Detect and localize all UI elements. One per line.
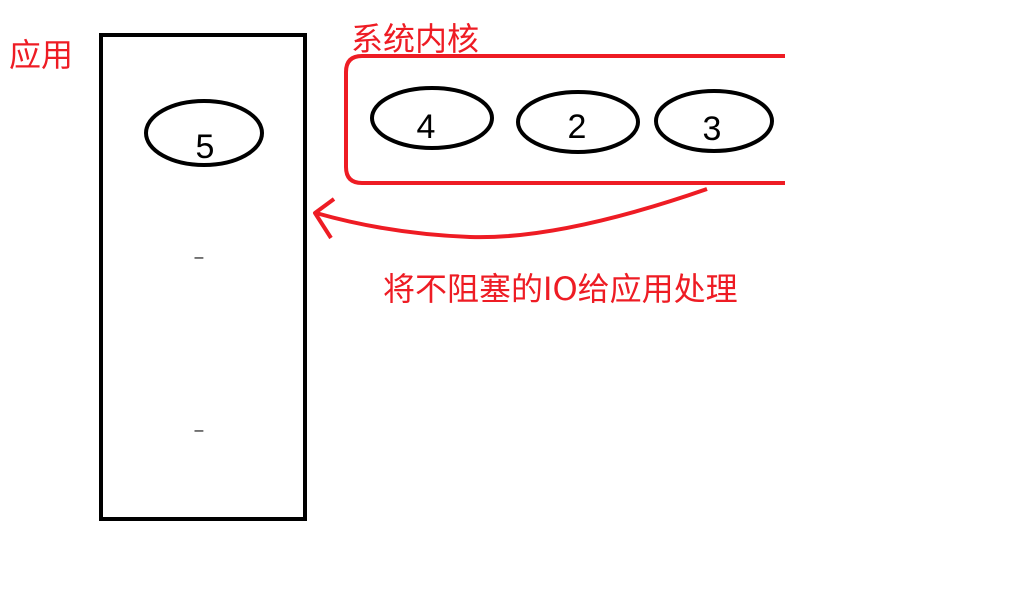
diagram-canvas: 应用 5 – – 系统内核 4 2 3 将不阻塞的IO给应用处理 bbox=[9, 20, 785, 521]
kernel-item-label: 2 bbox=[568, 108, 587, 146]
application-mark: – bbox=[195, 249, 204, 266]
kernel-item-label: 3 bbox=[703, 110, 722, 148]
kernel-label: 系统内核 bbox=[351, 20, 479, 58]
caption: 将不阻塞的IO给应用处理 bbox=[383, 270, 738, 308]
application-item-label: 5 bbox=[196, 128, 215, 166]
application-mark: – bbox=[195, 422, 204, 439]
kernel-item-label: 4 bbox=[417, 108, 436, 146]
application-box bbox=[99, 33, 307, 521]
application-label: 应用 bbox=[9, 36, 73, 74]
return-arrow bbox=[315, 187, 708, 240]
